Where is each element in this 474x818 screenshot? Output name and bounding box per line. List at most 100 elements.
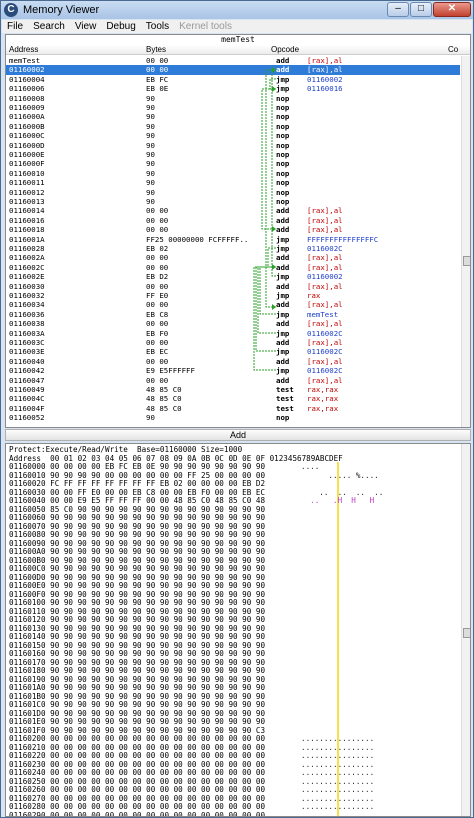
disasm-row[interactable]: 01160009 90 nop bbox=[6, 103, 460, 112]
jump-line bbox=[265, 69, 276, 308]
column-comment[interactable]: Co bbox=[448, 45, 458, 55]
disasm-row[interactable]: 0116001A FF25 00000000 FCFFFFF.. jmp FFFFFF… bbox=[6, 235, 460, 244]
disasm-row[interactable]: 0116003A EB F0 jmp 0116002C bbox=[6, 329, 460, 338]
row-bytes: 90 bbox=[146, 159, 155, 169]
hex-row[interactable]: 01160290 00 00 00 00 00 00 00 00 00 00 0… bbox=[9, 810, 374, 817]
disasm-row[interactable]: 01160038 00 00 add [rax],al bbox=[6, 319, 460, 328]
minimize-button[interactable]: – bbox=[387, 2, 409, 17]
row-mnemonic: jmp bbox=[276, 366, 290, 376]
disasm-row[interactable]: 01160036 EB C8 jmp memTest bbox=[6, 310, 460, 319]
row-mnemonic: nop bbox=[276, 103, 290, 112]
disasm-row[interactable]: 01160018 00 00 add [rax],al bbox=[6, 225, 460, 234]
disasm-row[interactable]: 01160049 48 85 C0 test rax,rax bbox=[6, 385, 460, 394]
disasm-row[interactable]: 01160052 90 nop bbox=[6, 413, 460, 422]
disasm-row[interactable]: 01160028 EB 02 jmp 0116002C bbox=[6, 244, 460, 253]
disasm-row[interactable]: 0116003C 00 00 add [rax],al bbox=[6, 338, 460, 347]
row-address: 0116002C bbox=[9, 262, 45, 272]
hex-ascii: ................ bbox=[301, 810, 375, 817]
jump-arrowhead bbox=[272, 86, 276, 92]
menu-debug[interactable]: Debug bbox=[101, 21, 140, 32]
row-mnemonic: add bbox=[276, 206, 290, 216]
maximize-button[interactable]: □ bbox=[410, 2, 432, 17]
row-bytes: EB F0 bbox=[146, 328, 169, 338]
row-address: 0116004C bbox=[9, 394, 45, 404]
add-button[interactable]: Add bbox=[5, 429, 471, 441]
hex-vertical-scrollbar[interactable] bbox=[461, 444, 470, 816]
column-bytes[interactable]: Bytes bbox=[146, 45, 166, 55]
scroll-thumb[interactable] bbox=[463, 256, 470, 266]
row-mnemonic: jmp bbox=[276, 347, 290, 357]
disasm-row[interactable]: 01160011 90 nop bbox=[6, 178, 460, 187]
disasm-row[interactable]: 01160010 90 nop bbox=[6, 169, 460, 178]
row-mnemonic: jmp bbox=[276, 74, 290, 84]
row-mnemonic: jmp bbox=[276, 309, 290, 319]
disasm-row[interactable]: 01160034 00 00 add [rax],al bbox=[6, 300, 460, 309]
disasm-row[interactable]: 01160014 00 00 add [rax],al bbox=[6, 206, 460, 215]
row-bytes: 48 85 C0 bbox=[146, 394, 182, 404]
column-address[interactable]: Address bbox=[9, 45, 38, 55]
disasm-row[interactable]: memTest 00 00 add [rax],al bbox=[6, 56, 460, 65]
disasm-row[interactable]: 0116000C 90 nop bbox=[6, 131, 460, 140]
row-bytes: EB EC bbox=[146, 347, 169, 357]
row-address: 01160012 bbox=[9, 187, 45, 197]
menu-view[interactable]: View bbox=[70, 21, 102, 32]
menu-search[interactable]: Search bbox=[28, 21, 70, 32]
hex-view-pane[interactable]: Protect:Execute/Read/Write Base=01160000… bbox=[5, 443, 471, 817]
row-bytes: 00 00 bbox=[146, 65, 169, 75]
row-address: 0116003E bbox=[9, 347, 45, 357]
disasm-row[interactable]: 01160047 00 00 add [rax],al bbox=[6, 376, 460, 385]
disasm-row[interactable]: 01160013 90 nop bbox=[6, 197, 460, 206]
row-bytes: EB 0E bbox=[146, 84, 169, 94]
row-bytes: 90 bbox=[146, 168, 155, 178]
disasm-row[interactable]: 0116000D 90 nop bbox=[6, 141, 460, 150]
disasm-row[interactable]: 01160008 90 nop bbox=[6, 94, 460, 103]
disasm-row[interactable]: 01160016 00 00 add [rax],al bbox=[6, 216, 460, 225]
disasm-row[interactable]: 01160042 E9 E5FFFFFF jmp 0116002C bbox=[6, 366, 460, 375]
disasm-vertical-scrollbar[interactable] bbox=[461, 56, 470, 427]
disasm-row[interactable]: 01160040 00 00 add [rax],al bbox=[6, 357, 460, 366]
disasm-row[interactable]: 0116000A 90 nop bbox=[6, 112, 460, 121]
disasm-row[interactable]: 01160006 EB 0E jmp 01160016 bbox=[6, 84, 460, 93]
menu-file[interactable]: File bbox=[2, 21, 28, 32]
row-operand: [rax],al bbox=[307, 253, 343, 263]
row-address: 0116003A bbox=[9, 328, 45, 338]
row-address: 0116000E bbox=[9, 150, 45, 159]
scroll-thumb[interactable] bbox=[463, 628, 470, 638]
column-opcode[interactable]: Opcode bbox=[271, 45, 299, 55]
row-operand: [rax],al bbox=[307, 338, 343, 347]
disasm-row[interactable]: 0116004C 48 85 C0 test rax,rax bbox=[6, 394, 460, 403]
row-bytes: EB D2 bbox=[146, 272, 169, 282]
disassembler-pane[interactable]: memTest Address Bytes Opcode Co memTest 0… bbox=[5, 34, 471, 428]
row-address: 01160011 bbox=[9, 178, 45, 188]
menu-tools[interactable]: Tools bbox=[141, 21, 174, 32]
disasm-row[interactable]: 01160030 00 00 add [rax],al bbox=[6, 282, 460, 291]
row-mnemonic: add bbox=[276, 65, 290, 75]
disasm-row[interactable]: 0116000B 90 nop bbox=[6, 122, 460, 131]
disasm-row[interactable]: 0116000E 90 nop bbox=[6, 150, 460, 159]
disasm-row[interactable]: 01160004 EB FC jmp 01160002 bbox=[6, 75, 460, 84]
row-bytes: 90 bbox=[146, 178, 155, 188]
row-address: memTest bbox=[9, 56, 41, 65]
row-mnemonic: add bbox=[276, 281, 290, 291]
disasm-row[interactable]: 01160012 90 nop bbox=[6, 188, 460, 197]
hex-bytes: 01160290 00 00 00 00 00 00 00 00 00 00 0… bbox=[9, 810, 266, 817]
disasm-row[interactable]: 0116002A 00 00 add [rax],al bbox=[6, 253, 460, 262]
row-mnemonic: test bbox=[276, 385, 294, 394]
row-mnemonic: nop bbox=[276, 178, 290, 188]
jump-line bbox=[253, 266, 276, 371]
row-address: 01160009 bbox=[9, 103, 45, 112]
disasm-row[interactable]: 0116000F 90 nop bbox=[6, 159, 460, 168]
row-mnemonic: nop bbox=[276, 197, 290, 206]
row-bytes: 90 bbox=[146, 93, 155, 103]
disasm-row[interactable]: 0116004F 48 85 C0 test rax,rax bbox=[6, 404, 460, 413]
close-button[interactable]: ✕ bbox=[433, 2, 471, 17]
disasm-row[interactable]: 0116002C 00 00 add [rax],al bbox=[6, 263, 460, 272]
disasm-row[interactable]: 0116003E EB EC jmp 0116002C bbox=[6, 347, 460, 356]
menu-kernel-tools[interactable]: Kernel tools bbox=[174, 21, 237, 32]
row-mnemonic: add bbox=[276, 375, 290, 385]
title-bar[interactable]: C Memory Viewer – □ ✕ bbox=[1, 1, 473, 19]
disasm-row[interactable]: 01160032 FF E0 jmp rax bbox=[6, 291, 460, 300]
row-bytes: 00 00 bbox=[146, 319, 169, 329]
disasm-row[interactable]: 01160002 00 00 add [rax],al bbox=[6, 65, 460, 75]
disasm-row[interactable]: 0116002E EB D2 jmp 01160002 bbox=[6, 272, 460, 281]
